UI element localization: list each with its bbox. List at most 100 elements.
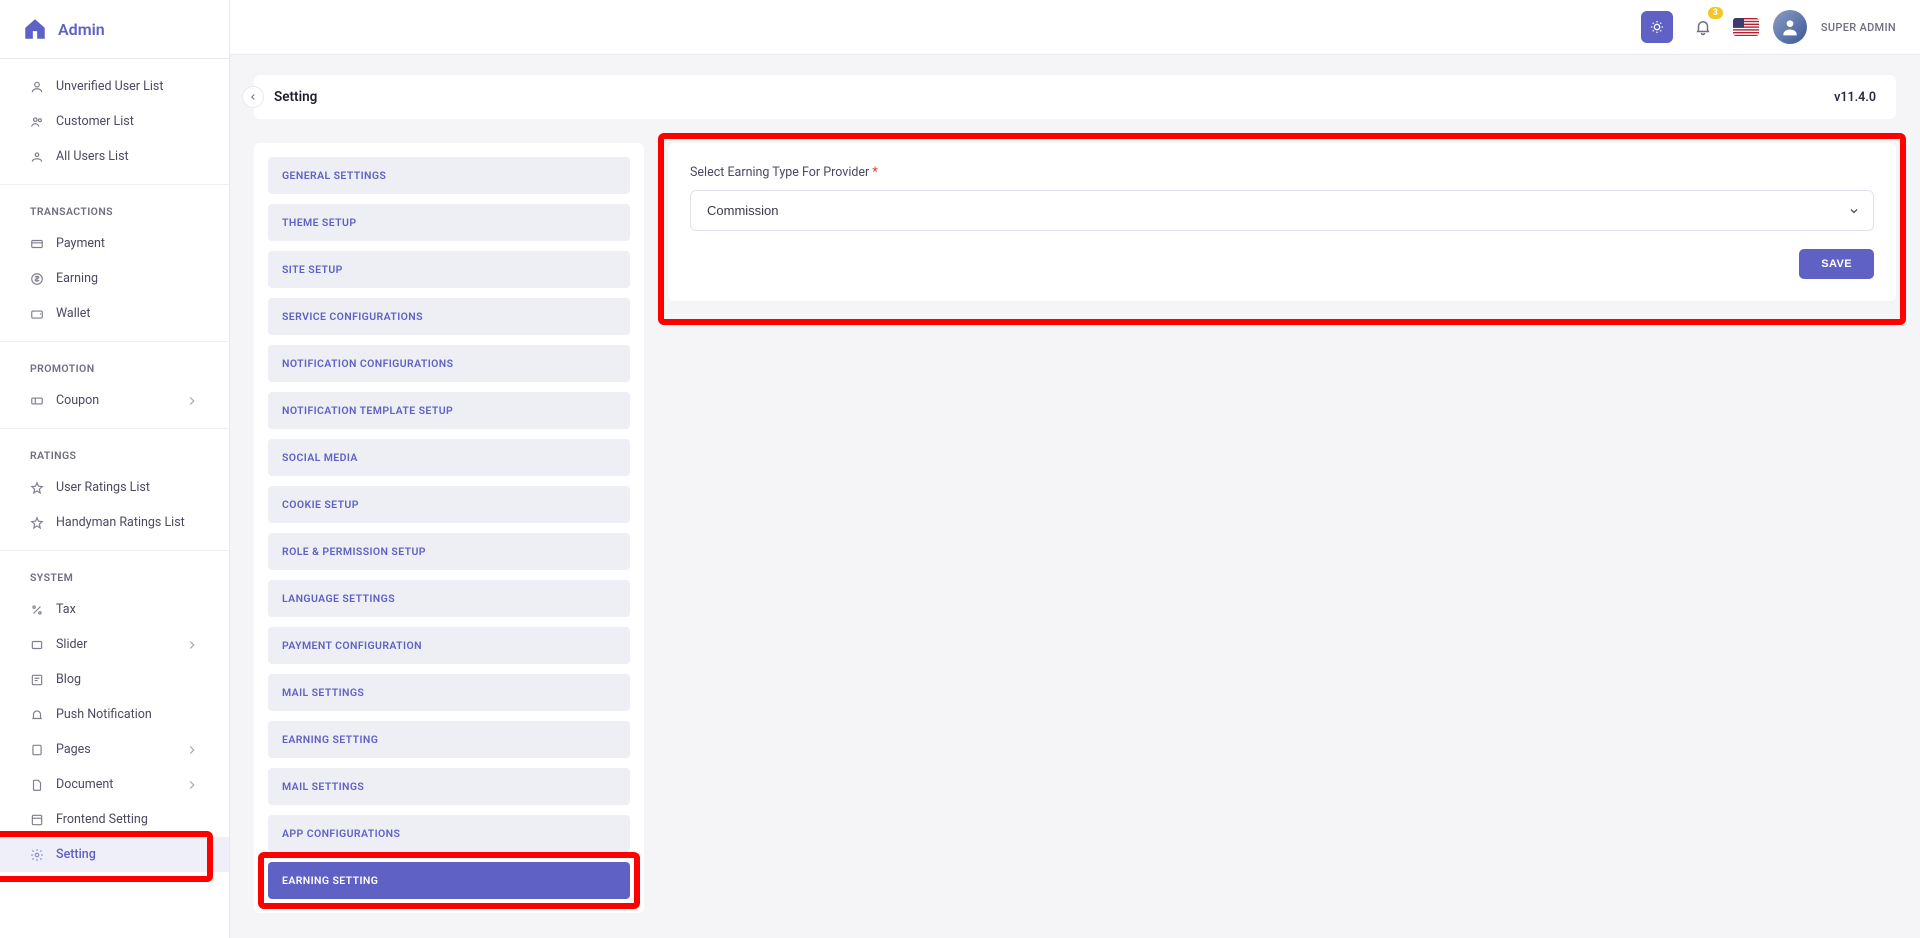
notification-badge: 3 [1708,7,1723,19]
nav-heading-promotion: PROMOTION [0,352,229,383]
sidebar-item-customer-list[interactable]: Customer List [0,104,229,139]
sidebar-item-push-notification[interactable]: Push Notification [0,697,229,732]
sidebar-item-label: Earning [56,271,98,286]
page-title: Setting [274,89,317,105]
sidebar-item-document[interactable]: Document [0,767,229,802]
sidebar-item-label: Handyman Ratings List [56,515,185,530]
coupon-icon [30,394,44,408]
settings-tabs: GENERAL SETTINGS THEME SETUP SITE SETUP SER… [254,143,644,913]
dollar-icon [30,272,44,286]
sidebar-item-label: User Ratings List [56,480,150,495]
page-header: Setting v11.4.0 [254,75,1896,119]
settings-tab[interactable]: SERVICE CONFIGURATIONS [268,298,630,335]
sidebar-item-slider[interactable]: Slider [0,627,229,662]
settings-tab[interactable]: PAYMENT CONFIGURATION [268,627,630,664]
nav-heading-system: SYSTEM [0,561,229,592]
star-icon [30,481,44,495]
sidebar-item-label: Wallet [56,306,91,321]
settings-tab[interactable]: LANGUAGE SETTINGS [268,580,630,617]
sidebar-item-label: Frontend Setting [56,812,148,827]
sidebar-item-label: Blog [56,672,81,687]
user-icon [30,80,44,94]
star-icon [30,516,44,530]
settings-panel-wrap: Select Earning Type For Provider * Commi… [668,143,1896,301]
chevron-right-icon [185,743,199,757]
main: 3 SUPER ADMIN Setting v11.4.0 [230,0,1920,938]
sidebar-item-label: All Users List [56,149,129,164]
users-icon [30,115,44,129]
sidebar-item-unverified-user[interactable]: Unverified User List [0,69,229,104]
sidebar-item-payment[interactable]: Payment [0,226,229,261]
sidebar-item-wallet[interactable]: Wallet [0,296,229,331]
brand[interactable]: Admin [0,0,229,59]
save-button[interactable]: SAVE [1799,249,1874,279]
sidebar-item-frontend-setting[interactable]: Frontend Setting [0,802,229,837]
settings-tab[interactable]: NOTIFICATION CONFIGURATIONS [268,345,630,382]
sidebar-item-pages[interactable]: Pages [0,732,229,767]
settings-tab[interactable]: SITE SETUP [268,251,630,288]
sidebar-item-coupon[interactable]: Coupon [0,383,229,418]
avatar-icon [1780,17,1800,37]
nav-group-transactions: TRANSACTIONS Payment Earning Wallet [0,185,229,342]
sidebar-item-label: Customer List [56,114,134,129]
gear-icon [30,848,44,862]
sidebar-item-earning[interactable]: Earning [0,261,229,296]
sidebar-item-label: Coupon [56,393,99,408]
brand-logo-icon [22,16,48,42]
earning-type-select[interactable]: Commission [690,190,1874,231]
sidebar-collapse-button[interactable] [242,86,264,108]
chevron-left-icon [248,92,258,102]
users-icon [30,150,44,164]
settings-tab[interactable]: GENERAL SETTINGS [268,157,630,194]
sidebar-item-label: Payment [56,236,105,251]
settings-tab[interactable]: COOKIE SETUP [268,486,630,523]
sidebar-item-handyman-ratings[interactable]: Handyman Ratings List [0,505,229,540]
sidebar-item-label: Setting [56,847,96,862]
settings-tab[interactable]: MAIL SETTINGS [268,674,630,711]
notifications-button[interactable]: 3 [1687,11,1719,43]
pages-icon [30,743,44,757]
document-icon [30,778,44,792]
panel-actions: SAVE [690,249,1874,279]
settings-tab[interactable]: SOCIAL MEDIA [268,439,630,476]
sidebar-item-label: Slider [56,637,87,652]
sidebar-item-label: Tax [56,602,76,617]
card-icon [30,237,44,251]
nav-heading-transactions: TRANSACTIONS [0,195,229,226]
topbar: 3 SUPER ADMIN [230,0,1920,55]
brand-name: Admin [58,20,105,39]
settings-tab[interactable]: NOTIFICATION TEMPLATE SETUP [268,392,630,429]
sidebar-item-user-ratings[interactable]: User Ratings List [0,470,229,505]
wallet-icon [30,307,44,321]
nav-group-top: Unverified User List Customer List All U… [0,59,229,185]
sidebar: Admin Unverified User List Customer List… [0,0,230,938]
sidebar-item-label: Push Notification [56,707,152,722]
user-role-label: SUPER ADMIN [1821,21,1896,34]
percent-icon [30,603,44,617]
settings-tab[interactable]: MAIL SETTINGS [268,768,630,805]
bell-icon [1694,18,1712,36]
sidebar-item-setting[interactable]: Setting [0,837,229,872]
blog-icon [30,673,44,687]
language-flag[interactable] [1733,18,1759,36]
settings-tab[interactable]: APP CONFIGURATIONS [268,815,630,852]
version-label: v11.4.0 [1834,90,1876,105]
settings-tab[interactable]: EARNING SETTING [268,862,630,899]
sidebar-item-blog[interactable]: Blog [0,662,229,697]
chevron-right-icon [185,638,199,652]
theme-toggle-button[interactable] [1641,11,1673,43]
sidebar-item-tax[interactable]: Tax [0,592,229,627]
slider-icon [30,638,44,652]
sidebar-item-all-users[interactable]: All Users List [0,139,229,174]
settings-tab[interactable]: EARNING SETTING [268,721,630,758]
content: GENERAL SETTINGS THEME SETUP SITE SETUP SER… [230,119,1920,937]
nav-heading-ratings: RATINGS [0,439,229,470]
bell-icon [30,708,44,722]
user-avatar[interactable] [1773,10,1807,44]
required-asterisk: * [872,165,877,180]
nav-group-promotion: PROMOTION Coupon [0,342,229,429]
settings-tab[interactable]: ROLE & PERMISSION SETUP [268,533,630,570]
sun-icon [1649,19,1665,35]
sidebar-item-label: Pages [56,742,91,757]
settings-tab[interactable]: THEME SETUP [268,204,630,241]
